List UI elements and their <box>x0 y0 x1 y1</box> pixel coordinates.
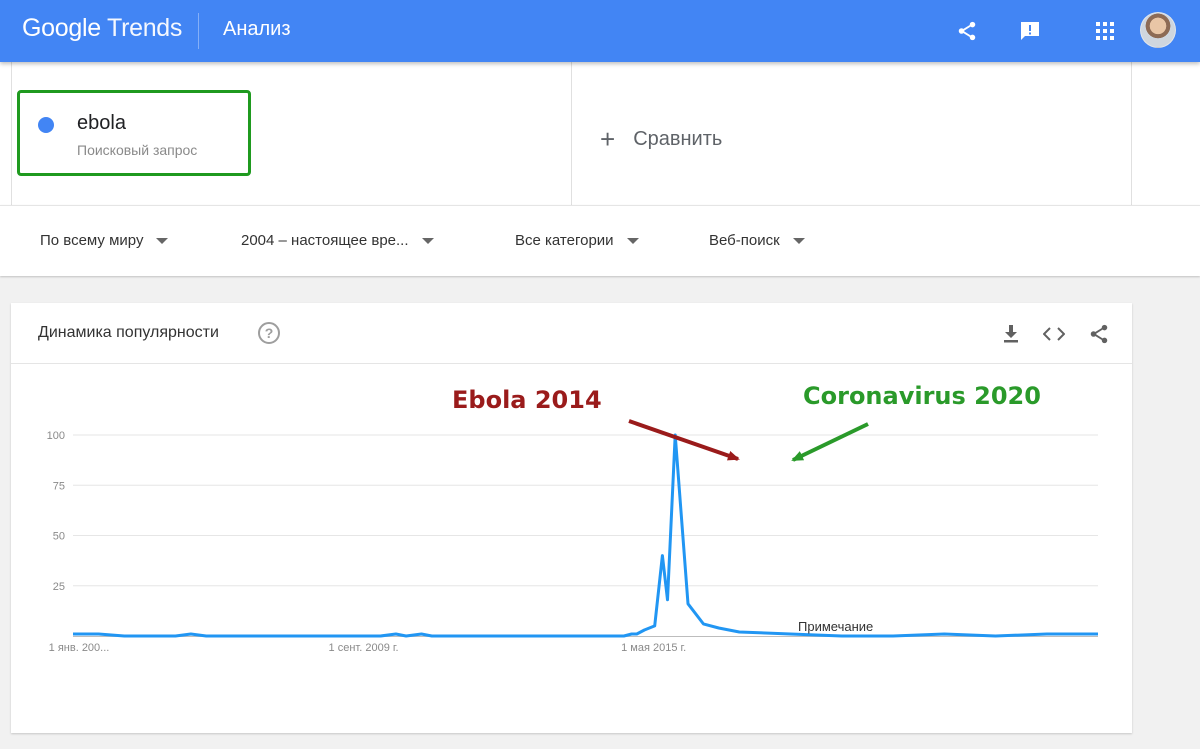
chevron-down-icon <box>626 237 639 244</box>
plus-icon: + <box>600 124 616 154</box>
filters-bar: По всему миру 2004 – настоящее вре... Вс… <box>0 205 1200 276</box>
divider <box>1131 62 1132 205</box>
avatar[interactable] <box>1140 12 1176 48</box>
annotation-coronavirus-2020: Coronavirus 2020 <box>803 382 1041 410</box>
logo-google: Google <box>22 14 101 42</box>
y-tick-label: 25 <box>53 581 65 593</box>
feedback-icon[interactable] <box>1013 14 1047 48</box>
region-dropdown[interactable]: По всему миру <box>40 232 169 249</box>
period-label: 2004 – настоящее вре... <box>241 232 409 249</box>
page-title: Анализ <box>223 18 291 40</box>
term-name: ebola <box>77 112 126 134</box>
chart-gridlines <box>73 434 1098 637</box>
divider <box>571 62 572 205</box>
y-tick-label: 50 <box>53 531 65 543</box>
period-dropdown[interactable]: 2004 – настоящее вре... <box>241 232 434 249</box>
google-trends-logo[interactable]: Google Trends <box>22 14 182 43</box>
x-tick-label: 1 сент. 2009 г. <box>329 642 399 654</box>
y-axis-ticks: 100 75 50 25 <box>47 430 65 593</box>
x-tick-label: 1 янв. 200... <box>49 642 110 654</box>
chevron-down-icon <box>792 237 805 244</box>
search-type-dropdown[interactable]: Веб-поиск <box>709 232 805 249</box>
y-tick-label: 75 <box>53 480 65 492</box>
apps-grid-icon[interactable] <box>1088 14 1122 48</box>
arrow-coronavirus <box>791 422 869 462</box>
term-type: Поисковый запрос <box>77 142 198 158</box>
category-dropdown[interactable]: Все категории <box>515 232 639 249</box>
chevron-down-icon <box>156 237 169 244</box>
search-type-label: Веб-поиск <box>709 232 780 249</box>
compare-label: Сравнить <box>633 128 723 150</box>
share-icon[interactable] <box>950 14 984 48</box>
category-label: Все категории <box>515 232 614 249</box>
term-color-dot <box>38 117 54 133</box>
header-divider <box>198 13 199 49</box>
search-terms-panel: ebola Поисковый запрос + Сравнить <box>0 62 1200 205</box>
compare-button[interactable]: + Сравнить <box>600 124 722 155</box>
search-term-chip[interactable]: ebola Поисковый запрос <box>17 90 251 176</box>
annotation-ebola-2014: Ebola 2014 <box>452 386 602 414</box>
trend-chart: 100755025 1 янв. 200... 1 сент. 2009 г. 1 … <box>47 382 1098 654</box>
interest-over-time-card: Динамика популярности ? 100 75 50 25 1 янв.… <box>11 303 1132 733</box>
x-axis-ticks: 1 янв. 200... 1 сент. 2009 г. 1 мая 2015 г… <box>49 642 687 654</box>
logo-trends: Trends <box>107 14 183 42</box>
y-tick-label: 100 <box>47 430 65 442</box>
chart-note[interactable]: Примечание <box>798 619 873 634</box>
chevron-down-icon <box>421 237 434 244</box>
x-tick-label: 1 мая 2015 г. <box>621 642 686 654</box>
arrow-ebola <box>628 419 740 461</box>
divider <box>11 62 12 205</box>
region-label: По всему миру <box>40 232 144 249</box>
top-app-bar: Google Trends Анализ <box>0 0 1200 62</box>
